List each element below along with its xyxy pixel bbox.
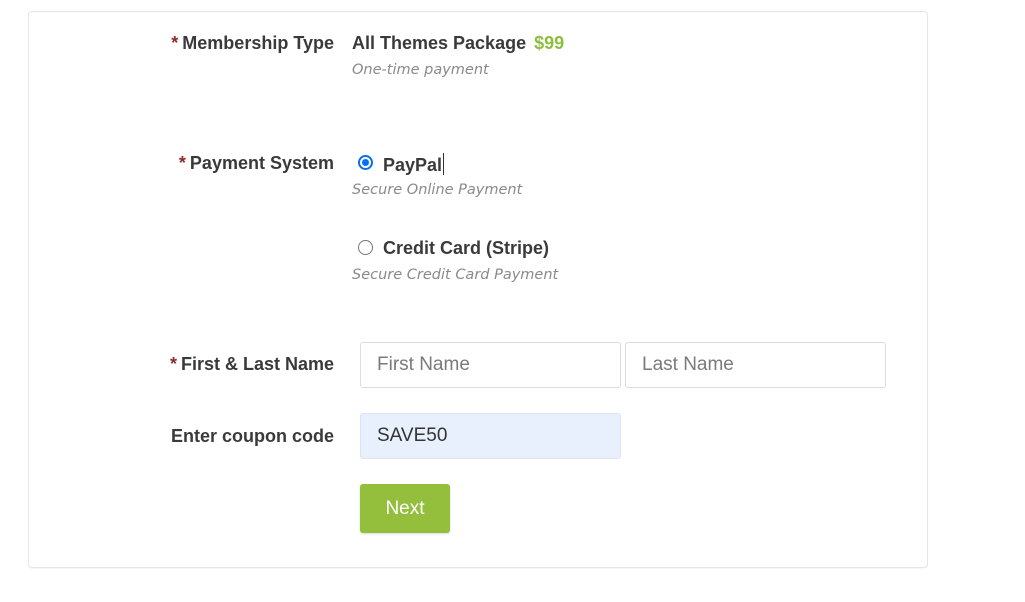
membership-description: One-time payment: [352, 62, 489, 78]
coupon-label: Enter coupon code: [170, 426, 334, 446]
membership-package: All Themes Package $99: [352, 33, 564, 54]
paypal-option-label[interactable]: PayPal: [383, 153, 445, 176]
membership-form-card: [28, 11, 928, 568]
required-mark: *: [169, 354, 177, 374]
paypal-description: Secure Online Payment: [352, 182, 523, 198]
stripe-radio[interactable]: [358, 240, 373, 255]
payment-system-label: * Payment System: [178, 153, 334, 173]
required-mark: *: [171, 33, 179, 53]
text-cursor: [443, 153, 445, 175]
stripe-option-label[interactable]: Credit Card (Stripe): [383, 238, 549, 259]
required-mark: *: [178, 153, 186, 173]
last-name-input[interactable]: [625, 342, 886, 388]
first-name-input[interactable]: [360, 342, 621, 388]
package-price: $99: [534, 33, 565, 53]
name-label: * First & Last Name: [169, 354, 334, 374]
coupon-input[interactable]: [360, 413, 621, 459]
paypal-radio[interactable]: [358, 155, 373, 170]
package-name: All Themes Package: [352, 33, 527, 53]
stripe-description: Secure Credit Card Payment: [352, 267, 559, 283]
membership-type-label: * Membership Type: [171, 33, 334, 53]
next-button[interactable]: Next: [360, 484, 450, 533]
